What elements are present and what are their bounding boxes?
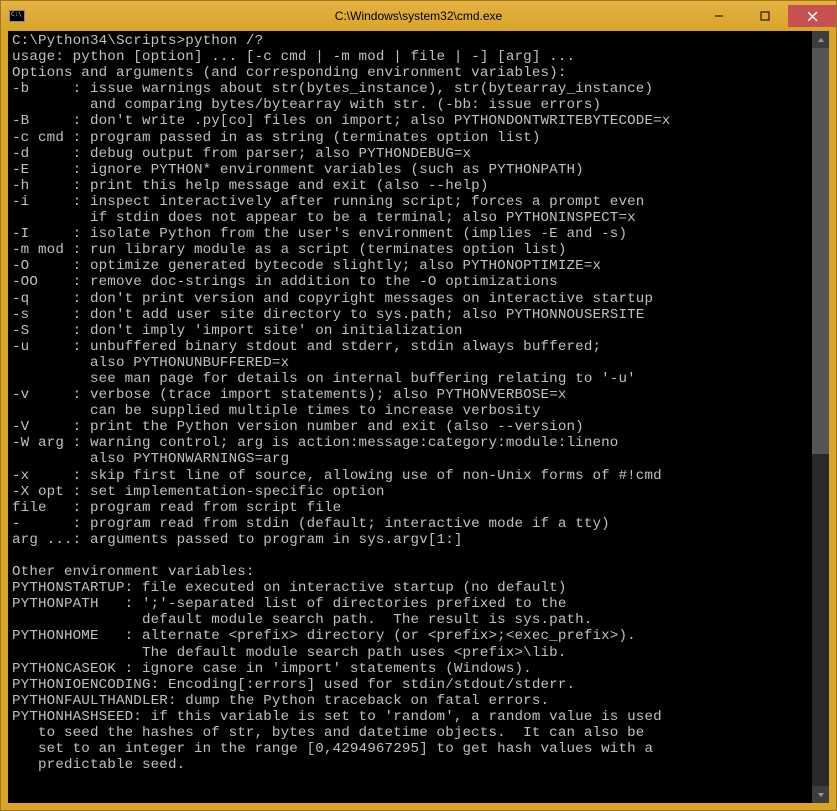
client-area: C:\Python34\Scripts>python /? usage: pyt… <box>8 31 829 803</box>
terminal-output[interactable]: C:\Python34\Scripts>python /? usage: pyt… <box>8 31 812 803</box>
window-controls <box>696 5 836 27</box>
titlebar[interactable]: C:\Windows\system32\cmd.exe <box>1 1 836 31</box>
minimize-button[interactable] <box>696 5 742 27</box>
scrollbar-thumb[interactable] <box>812 48 829 454</box>
vertical-scrollbar[interactable] <box>812 31 829 803</box>
scroll-up-button[interactable] <box>812 31 829 48</box>
scrollbar-track[interactable] <box>812 48 829 786</box>
scroll-down-button[interactable] <box>812 786 829 803</box>
maximize-button[interactable] <box>742 5 788 27</box>
cmd-window: C:\Windows\system32\cmd.exe C:\Python34\… <box>0 0 837 811</box>
close-button[interactable] <box>788 5 836 27</box>
cmd-icon <box>9 10 25 22</box>
